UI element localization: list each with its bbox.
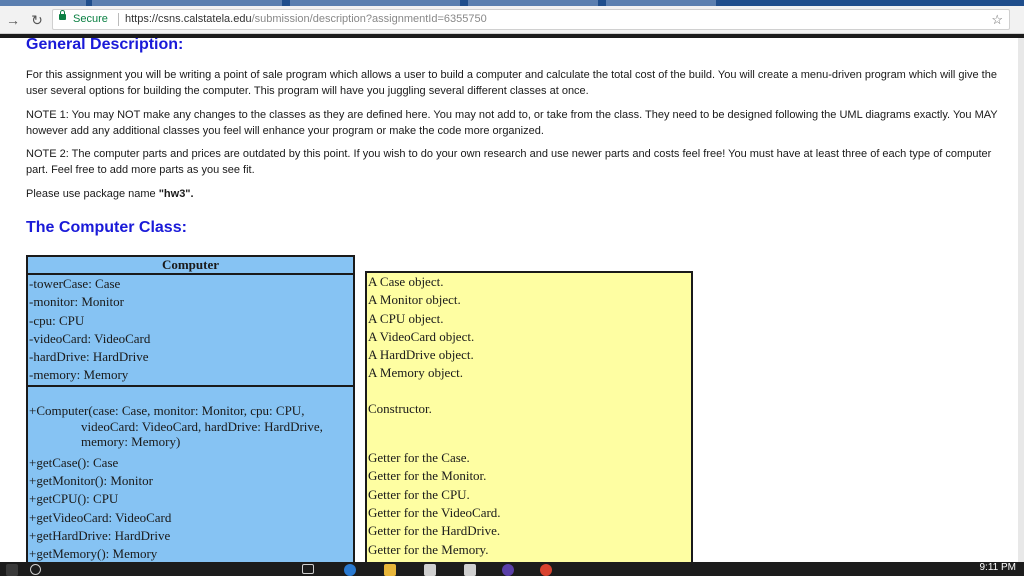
uml-note: Getter for the Monitor. [368,468,487,484]
computer-class-heading: The Computer Class: [26,219,187,236]
page-content: General Description: For this assignment… [0,38,1018,562]
taskbar: 9:11 PM [0,562,1024,576]
package-name: "hw3". [158,188,194,200]
uml-note: A CPU object. [368,310,444,326]
uml-note: Getter for the CPU. [368,486,470,502]
package-paragraph: Please use package name "hw3". [26,186,1001,202]
note2-paragraph: NOTE 2: The computer parts and prices ar… [26,148,992,176]
uml-note: A HardDrive object. [368,347,474,363]
uml-getters: +getCase(): Case +getMonitor(): Monitor … [28,449,353,562]
uml-note: Getter for the HardDrive. [368,523,501,539]
search-icon[interactable] [30,564,41,575]
uml-class-box: Computer -towerCase: Case -monitor: Moni… [26,255,355,562]
uml-note: Getter for the Memory. [368,541,489,557]
uml-attribute: -cpu: CPU [29,312,85,328]
mail-icon[interactable] [464,564,476,576]
uml-method: +getCPU(): CPU [29,491,119,507]
uml-note: A VideoCard object. [368,328,475,344]
uml-constructor: +Computer(case: Case, monitor: Monitor, … [28,403,353,449]
chrome-icon[interactable] [540,564,552,576]
uml-method-notes: Getter for the Case. Getter for the Moni… [367,449,691,559]
uml-note: A Monitor object. [368,292,461,308]
uml-attribute: -videoCard: VideoCard [29,330,151,346]
uml-method: +getVideoCard: VideoCard [29,509,172,525]
uml-attribute-notes: A Case object. A Monitor object. A CPU o… [367,273,691,383]
note1-paragraph: NOTE 1: You may NOT make any changes to … [26,109,998,137]
uml-constructor-line: memory: Memory) [81,433,181,449]
taskbar-clock[interactable]: 9:11 PM [980,562,1017,574]
uml-class-name: Computer [28,257,353,275]
package-prefix: Please use package name [26,188,159,200]
general-description-heading: General Description: [26,38,184,53]
store-icon[interactable] [424,564,436,576]
uml-note: Getter for the Case. [368,450,470,466]
uml-attribute: -hardDrive: HardDrive [29,349,149,365]
page-scrollbar[interactable] [1018,38,1024,562]
uml-method: +getMonitor(): Monitor [29,473,153,489]
uml-constructor-line: +Computer(case: Case, monitor: Monitor, … [29,402,305,418]
url-path: /submission/description?assignmentId=635… [251,13,487,25]
url-text[interactable]: https://csns.calstatela.edu/submission/d… [125,12,487,27]
uml-attributes: -towerCase: Case -monitor: Monitor -cpu:… [28,275,353,387]
uml-method: +getMemory(): Memory [29,546,158,562]
uml-attribute: -monitor: Monitor [29,294,124,310]
edge-icon[interactable] [344,564,356,576]
uml-attribute: -towerCase: Case [29,276,121,291]
uml-note: A Case object. [368,274,444,289]
bookmark-star-icon[interactable]: ☆ [991,11,1003,28]
secure-label: Secure [73,13,108,25]
uml-constructor-note: Constructor. [368,400,432,416]
app-icon[interactable] [502,564,514,576]
uml-method: +getHardDrive: HardDrive [29,527,171,543]
uml-notes-box: A Case object. A Monitor object. A CPU o… [365,271,693,562]
uml-methods: +Computer(case: Case, monitor: Monitor, … [28,387,353,562]
address-divider [118,13,119,26]
uml-method: +getCase(): Case [29,454,119,470]
task-view-icon[interactable] [302,564,314,574]
uml-constructor-line: videoCard: VideoCard, hardDrive: HardDri… [81,418,323,434]
url-host: https://csns.calstatela.edu [125,13,252,25]
forward-icon[interactable]: → [4,11,22,29]
uml-note: Getter for the VideoCard. [368,504,501,520]
file-explorer-icon[interactable] [384,564,396,576]
browser-toolbar: → ↻ Secure https://csns.calstatela.edu/s… [0,6,1024,34]
address-bar[interactable]: Secure https://csns.calstatela.edu/submi… [52,9,1010,30]
uml-note: A Memory object. [368,365,463,381]
uml-attribute: -memory: Memory [29,367,129,383]
start-icon[interactable] [6,564,18,576]
description-paragraph: For this assignment you will be writing … [26,69,997,97]
lock-icon [59,10,66,20]
reload-icon[interactable]: ↻ [28,11,46,29]
